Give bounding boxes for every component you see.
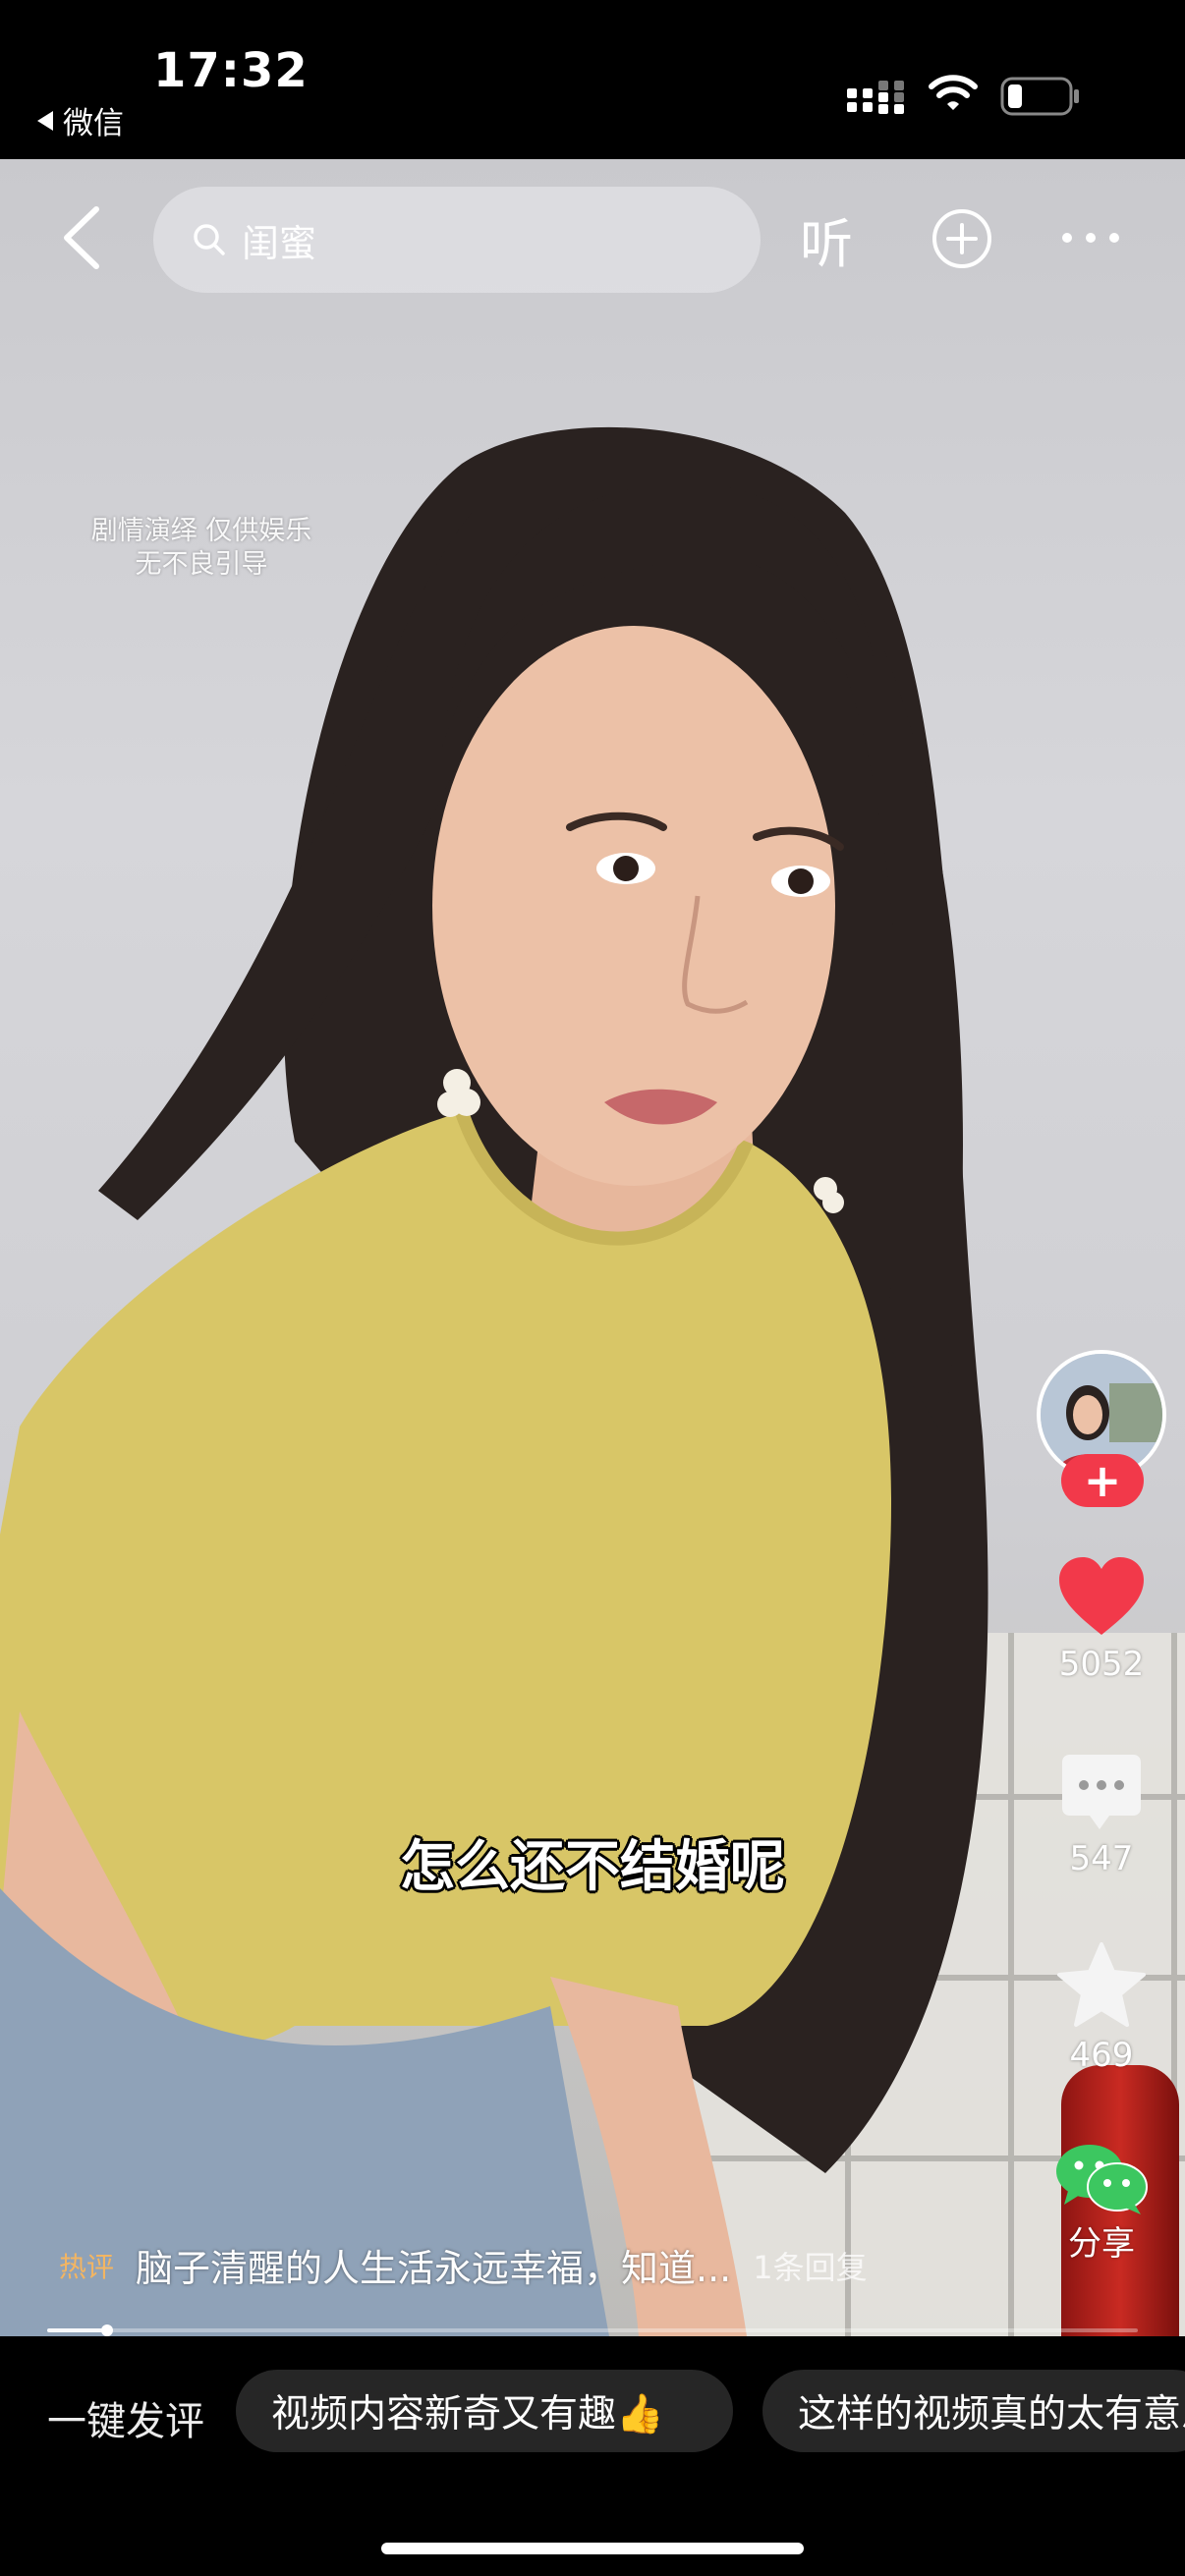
heart-icon bbox=[1059, 1557, 1144, 1635]
like-count: 5052 bbox=[1058, 1645, 1145, 1684]
favorite-button[interactable]: 469 bbox=[1032, 1941, 1171, 2075]
status-bar: 17:32 微信 bbox=[0, 0, 1185, 159]
listen-button[interactable]: 听 bbox=[800, 200, 853, 278]
battery-icon bbox=[1000, 77, 1079, 116]
wifi-icon bbox=[929, 75, 978, 110]
star-icon bbox=[1057, 1942, 1146, 2027]
hot-comment-bar[interactable]: 热评 脑子清醒的人生活永远幸福，知道... 1条回复 bbox=[59, 2238, 868, 2292]
comment-bubble-icon bbox=[1062, 1755, 1141, 1829]
comment-count: 547 bbox=[1069, 1839, 1134, 1878]
top-nav: 闺蜜 听 bbox=[0, 159, 1185, 316]
comment-button[interactable]: 547 bbox=[1032, 1753, 1171, 1878]
more-dots-icon[interactable] bbox=[1059, 226, 1122, 250]
hot-comment-tag: 热评 bbox=[59, 2250, 115, 2283]
like-button[interactable]: 5052 bbox=[1032, 1556, 1171, 1684]
status-time: 17:32 bbox=[153, 43, 309, 98]
bottom-comment-bar: 一键发评 视频内容新奇又有趣👍 这样的视频真的太有意思了 bbox=[0, 2336, 1185, 2576]
home-indicator bbox=[381, 2543, 804, 2554]
favorite-count: 469 bbox=[1069, 2036, 1134, 2075]
back-app-label: 微信 bbox=[63, 106, 124, 141]
add-circle-icon[interactable] bbox=[931, 208, 992, 269]
quick-comment-chip[interactable]: 视频内容新奇又有趣👍 bbox=[236, 2370, 733, 2452]
disclaimer-overlay: 剧情演绎 仅供娱乐 无不良引导 bbox=[59, 515, 344, 582]
share-button[interactable]: 分享 bbox=[1032, 2142, 1171, 2265]
hot-comment-text: 脑子清醒的人生活永远幸福，知道... bbox=[136, 2247, 732, 2290]
back-triangle-icon bbox=[37, 110, 53, 131]
quick-comment-chip[interactable]: 这样的视频真的太有意思了 bbox=[762, 2370, 1185, 2452]
disclaimer-line-2: 无不良引导 bbox=[135, 549, 268, 580]
follow-button[interactable]: + bbox=[1061, 1454, 1144, 1507]
video-frame-person bbox=[0, 426, 988, 2336]
video-subtitle: 怎么还不结婚呢 bbox=[400, 1835, 785, 1899]
video-progress-handle[interactable] bbox=[101, 2324, 114, 2336]
video-progress-fill bbox=[47, 2328, 108, 2332]
back-chevron-icon[interactable] bbox=[57, 203, 106, 272]
one-click-comment-label[interactable]: 一键发评 bbox=[47, 2389, 204, 2446]
cellular-signal-icon bbox=[847, 81, 904, 114]
video-player[interactable]: 剧情演绎 仅供娱乐 无不良引导 怎么还不结婚呢 bbox=[0, 159, 1185, 2336]
wechat-share-icon bbox=[1056, 2145, 1148, 2214]
hot-comment-reply-count[interactable]: 1条回复 bbox=[753, 2243, 867, 2288]
back-to-wechat-link[interactable]: 微信 bbox=[37, 98, 124, 142]
search-icon bbox=[194, 224, 225, 255]
share-label: 分享 bbox=[1068, 2224, 1135, 2264]
search-query-text: 闺蜜 bbox=[242, 221, 317, 265]
disclaimer-line-1: 剧情演绎 仅供娱乐 bbox=[90, 516, 312, 546]
search-input[interactable]: 闺蜜 bbox=[153, 187, 761, 293]
video-progress-bar[interactable] bbox=[47, 2324, 1138, 2336]
